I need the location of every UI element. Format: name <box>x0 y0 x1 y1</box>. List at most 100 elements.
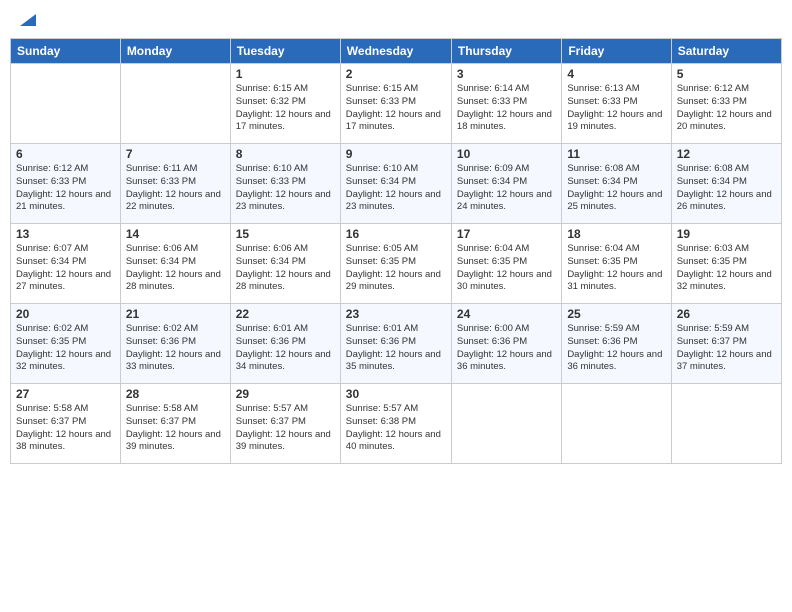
column-header-saturday: Saturday <box>671 39 781 64</box>
day-number: 22 <box>236 307 335 321</box>
day-number: 16 <box>346 227 446 241</box>
day-info: Sunrise: 6:05 AM Sunset: 6:35 PM Dayligh… <box>346 243 446 294</box>
day-info: Sunrise: 5:57 AM Sunset: 6:38 PM Dayligh… <box>346 403 446 454</box>
calendar-cell: 23 Sunrise: 6:01 AM Sunset: 6:36 PM Dayli… <box>340 304 451 384</box>
calendar-cell <box>562 384 671 464</box>
day-info: Sunrise: 6:09 AM Sunset: 6:34 PM Dayligh… <box>457 163 556 214</box>
day-number: 14 <box>126 227 225 241</box>
day-info: Sunrise: 6:14 AM Sunset: 6:33 PM Dayligh… <box>457 83 556 134</box>
day-info: Sunrise: 6:10 AM Sunset: 6:33 PM Dayligh… <box>236 163 335 214</box>
day-info: Sunrise: 6:15 AM Sunset: 6:32 PM Dayligh… <box>236 83 335 134</box>
calendar-cell: 25Sunrise: 5:59 AM Sunset: 6:36 PM Dayli… <box>562 304 671 384</box>
day-info: Sunrise: 6:15 AM Sunset: 6:33 PM Dayligh… <box>346 83 446 134</box>
day-number: 12 <box>677 147 776 161</box>
day-info: Sunrise: 6:12 AM Sunset: 6:33 PM Dayligh… <box>677 83 776 134</box>
calendar-cell: 21 Sunrise: 6:02 AM Sunset: 6:36 PM Dayli… <box>120 304 230 384</box>
day-info: Sunrise: 5:58 AM Sunset: 6:37 PM Dayligh… <box>16 403 115 454</box>
calendar-cell: 1 Sunrise: 6:15 AM Sunset: 6:32 PM Daylig… <box>230 64 340 144</box>
day-info: Sunrise: 6:03 AM Sunset: 6:35 PM Dayligh… <box>677 243 776 294</box>
day-number: 9 <box>346 147 446 161</box>
calendar-cell: 28 Sunrise: 5:58 AM Sunset: 6:37 PM Dayli… <box>120 384 230 464</box>
day-number: 7 <box>126 147 225 161</box>
calendar-cell: 30 Sunrise: 5:57 AM Sunset: 6:38 PM Dayli… <box>340 384 451 464</box>
calendar-cell: 8 Sunrise: 6:10 AM Sunset: 6:33 PM Daylig… <box>230 144 340 224</box>
day-info: Sunrise: 5:58 AM Sunset: 6:37 PM Dayligh… <box>126 403 225 454</box>
day-info: Sunrise: 5:59 AM Sunset: 6:37 PM Dayligh… <box>677 323 776 374</box>
day-number: 26 <box>677 307 776 321</box>
day-info: Sunrise: 6:04 AM Sunset: 6:35 PM Dayligh… <box>457 243 556 294</box>
day-number: 8 <box>236 147 335 161</box>
column-header-monday: Monday <box>120 39 230 64</box>
day-number: 29 <box>236 387 335 401</box>
calendar-cell <box>120 64 230 144</box>
logo-icon <box>20 10 36 26</box>
calendar-cell: 5 Sunrise: 6:12 AM Sunset: 6:33 PM Daylig… <box>671 64 781 144</box>
calendar-cell: 6Sunrise: 6:12 AM Sunset: 6:33 PM Daylig… <box>11 144 121 224</box>
day-info: Sunrise: 6:06 AM Sunset: 6:34 PM Dayligh… <box>236 243 335 294</box>
calendar-cell: 18 Sunrise: 6:04 AM Sunset: 6:35 PM Dayli… <box>562 224 671 304</box>
calendar-cell: 16 Sunrise: 6:05 AM Sunset: 6:35 PM Dayli… <box>340 224 451 304</box>
day-info: Sunrise: 6:06 AM Sunset: 6:34 PM Dayligh… <box>126 243 225 294</box>
column-header-wednesday: Wednesday <box>340 39 451 64</box>
day-info: Sunrise: 6:01 AM Sunset: 6:36 PM Dayligh… <box>236 323 335 374</box>
calendar-cell: 7 Sunrise: 6:11 AM Sunset: 6:33 PM Daylig… <box>120 144 230 224</box>
calendar-week-5: 27 Sunrise: 5:58 AM Sunset: 6:37 PM Dayli… <box>11 384 782 464</box>
calendar-cell: 27 Sunrise: 5:58 AM Sunset: 6:37 PM Dayli… <box>11 384 121 464</box>
calendar-cell: 2 Sunrise: 6:15 AM Sunset: 6:33 PM Daylig… <box>340 64 451 144</box>
day-number: 30 <box>346 387 446 401</box>
logo <box>18 14 36 26</box>
day-info: Sunrise: 6:10 AM Sunset: 6:34 PM Dayligh… <box>346 163 446 214</box>
calendar-cell: 29 Sunrise: 5:57 AM Sunset: 6:37 PM Dayli… <box>230 384 340 464</box>
calendar-cell: 11 Sunrise: 6:08 AM Sunset: 6:34 PM Dayli… <box>562 144 671 224</box>
day-number: 24 <box>457 307 556 321</box>
calendar-cell <box>451 384 561 464</box>
calendar-week-2: 6Sunrise: 6:12 AM Sunset: 6:33 PM Daylig… <box>11 144 782 224</box>
column-header-thursday: Thursday <box>451 39 561 64</box>
day-number: 19 <box>677 227 776 241</box>
day-number: 5 <box>677 67 776 81</box>
day-number: 21 <box>126 307 225 321</box>
day-number: 1 <box>236 67 335 81</box>
day-number: 18 <box>567 227 665 241</box>
day-info: Sunrise: 6:13 AM Sunset: 6:33 PM Dayligh… <box>567 83 665 134</box>
day-number: 2 <box>346 67 446 81</box>
calendar-cell: 13Sunrise: 6:07 AM Sunset: 6:34 PM Dayli… <box>11 224 121 304</box>
day-info: Sunrise: 6:07 AM Sunset: 6:34 PM Dayligh… <box>16 243 115 294</box>
day-number: 27 <box>16 387 115 401</box>
calendar-cell: 24Sunrise: 6:00 AM Sunset: 6:36 PM Dayli… <box>451 304 561 384</box>
day-info: Sunrise: 5:57 AM Sunset: 6:37 PM Dayligh… <box>236 403 335 454</box>
calendar-cell: 3 Sunrise: 6:14 AM Sunset: 6:33 PM Daylig… <box>451 64 561 144</box>
day-number: 28 <box>126 387 225 401</box>
calendar-header-row: SundayMondayTuesdayWednesdayThursdayFrid… <box>11 39 782 64</box>
day-info: Sunrise: 6:12 AM Sunset: 6:33 PM Dayligh… <box>16 163 115 214</box>
day-info: Sunrise: 6:02 AM Sunset: 6:36 PM Dayligh… <box>126 323 225 374</box>
column-header-sunday: Sunday <box>11 39 121 64</box>
header <box>10 10 782 30</box>
calendar-cell: 22 Sunrise: 6:01 AM Sunset: 6:36 PM Dayli… <box>230 304 340 384</box>
calendar-cell: 14 Sunrise: 6:06 AM Sunset: 6:34 PM Dayli… <box>120 224 230 304</box>
calendar-cell <box>671 384 781 464</box>
day-number: 25 <box>567 307 665 321</box>
day-info: Sunrise: 6:04 AM Sunset: 6:35 PM Dayligh… <box>567 243 665 294</box>
day-info: Sunrise: 6:01 AM Sunset: 6:36 PM Dayligh… <box>346 323 446 374</box>
calendar-cell: 4Sunrise: 6:13 AM Sunset: 6:33 PM Daylig… <box>562 64 671 144</box>
day-number: 3 <box>457 67 556 81</box>
calendar-cell: 17Sunrise: 6:04 AM Sunset: 6:35 PM Dayli… <box>451 224 561 304</box>
calendar-cell: 19 Sunrise: 6:03 AM Sunset: 6:35 PM Dayli… <box>671 224 781 304</box>
day-info: Sunrise: 6:08 AM Sunset: 6:34 PM Dayligh… <box>677 163 776 214</box>
calendar-week-3: 13Sunrise: 6:07 AM Sunset: 6:34 PM Dayli… <box>11 224 782 304</box>
calendar-cell: 26 Sunrise: 5:59 AM Sunset: 6:37 PM Dayli… <box>671 304 781 384</box>
day-number: 11 <box>567 147 665 161</box>
calendar-week-1: 1 Sunrise: 6:15 AM Sunset: 6:32 PM Daylig… <box>11 64 782 144</box>
day-info: Sunrise: 6:02 AM Sunset: 6:35 PM Dayligh… <box>16 323 115 374</box>
calendar-cell: 15 Sunrise: 6:06 AM Sunset: 6:34 PM Dayli… <box>230 224 340 304</box>
column-header-friday: Friday <box>562 39 671 64</box>
calendar-cell: 10 Sunrise: 6:09 AM Sunset: 6:34 PM Dayli… <box>451 144 561 224</box>
calendar-cell: 9 Sunrise: 6:10 AM Sunset: 6:34 PM Daylig… <box>340 144 451 224</box>
day-number: 23 <box>346 307 446 321</box>
day-number: 15 <box>236 227 335 241</box>
day-info: Sunrise: 6:11 AM Sunset: 6:33 PM Dayligh… <box>126 163 225 214</box>
day-info: Sunrise: 6:08 AM Sunset: 6:34 PM Dayligh… <box>567 163 665 214</box>
calendar: SundayMondayTuesdayWednesdayThursdayFrid… <box>10 38 782 464</box>
day-number: 10 <box>457 147 556 161</box>
